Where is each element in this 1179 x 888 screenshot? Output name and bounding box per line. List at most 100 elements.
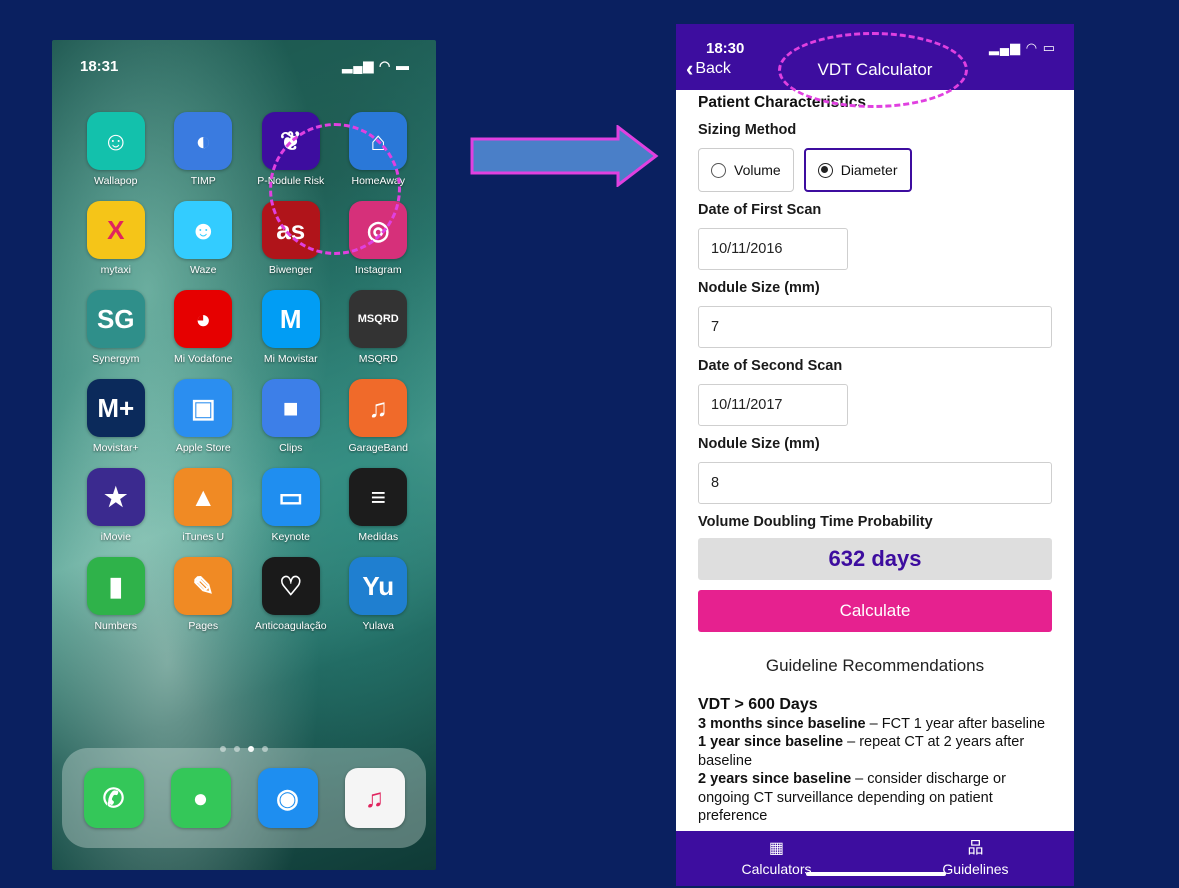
measure-icon: ≡ [349, 468, 408, 526]
app-synergym[interactable]: SG Synergym [72, 290, 160, 365]
app-label: Mi Vodafone [174, 353, 233, 365]
recommendation-1: 3 months since baseline – FCT 1 year aft… [698, 715, 1046, 732]
clips-icon: ■ [261, 379, 320, 437]
garageband-icon: ♫ [349, 379, 408, 437]
app-msqrd[interactable]: MSQRD MSQRD [335, 290, 423, 365]
guideline-title: Guideline Recommendations [765, 656, 985, 675]
tab-bar: ▦ Calculators 品 Guidelines [676, 831, 1074, 886]
result-label: Volume Doubling Time Probability [698, 514, 933, 530]
app-timp[interactable]: ◐ TIMP [160, 112, 248, 187]
app-pages[interactable]: ✎ Pages [160, 557, 248, 632]
vodafone-icon: ◕ [174, 290, 233, 348]
app-movistar-plus[interactable]: M+ Movistar+ [72, 379, 160, 454]
app-label: Clips [279, 442, 303, 454]
music-icon: ♫ [344, 768, 405, 828]
radio-volume[interactable]: Volume [698, 148, 794, 192]
tab-guidelines-label: Guidelines [942, 860, 1009, 877]
pages-icon: ✎ [174, 557, 233, 615]
arrow-right-icon [470, 125, 659, 187]
app-label: Keynote [271, 531, 311, 543]
app-label: Wallapop [94, 175, 138, 187]
radio-diameter[interactable]: Diameter [803, 148, 912, 192]
app-mytaxi[interactable]: Xmytaxi [72, 201, 160, 276]
app-label: TIMP [190, 175, 216, 187]
app-label: Synergym [92, 353, 140, 365]
app-numbers[interactable]: ▮ Numbers [72, 557, 160, 632]
app-label: Yulava [362, 620, 395, 632]
guideline-text: VDT > 600 Days 3 months since baseline –… [698, 696, 1052, 826]
first-scan-date-field[interactable]: 10/11/2016 [698, 228, 848, 270]
tab-guidelines[interactable]: 品 Guidelines [942, 839, 1009, 877]
app-label: Anticoagulação [254, 620, 327, 632]
app-label: MSQRD [358, 353, 398, 365]
calculator-form: Patient Characteristics Sizing Method Vo… [698, 90, 1052, 826]
result-value: 632 days [698, 538, 1052, 580]
app-messages[interactable]: ● [170, 768, 231, 828]
app-label: mytaxi [100, 264, 131, 276]
highlight-circle-title [778, 32, 968, 108]
wallapop-icon: ☺ [86, 112, 145, 170]
app-movistar[interactable]: M Mi Movistar [247, 290, 335, 365]
radio-diameter-label: Diameter [840, 162, 898, 178]
recommendation-3: 2 years since baseline – consider discha… [698, 771, 1006, 824]
app-apple-store[interactable]: ▣ Apple Store [160, 379, 248, 454]
first-scan-label: Date of First Scan [698, 202, 822, 218]
app-garageband[interactable]: ♫ GarageBand [335, 379, 423, 454]
vdt-calculator-screen: 18:30 ▂▄▆ ◠ ▭ ‹ Back VDT Calculator Pati… [676, 24, 1074, 886]
app-keynote[interactable]: ▭ Keynote [247, 468, 335, 543]
app-itunes-u[interactable]: ▲ iTunes U [160, 468, 248, 543]
sizing-method-label: Sizing Method [698, 122, 797, 138]
itunes-u-icon: ▲ [174, 468, 233, 526]
app-label: Pages [188, 620, 219, 632]
apple-store-icon: ▣ [174, 379, 233, 437]
messages-icon: ● [170, 768, 231, 828]
calculate-button[interactable]: Calculate [698, 590, 1052, 632]
tab-calculators[interactable]: ▦ Calculators [741, 839, 811, 877]
second-scan-label: Date of Second Scan [698, 358, 843, 374]
nodule-size-1-label: Nodule Size (mm) [698, 280, 820, 296]
status-time: 18:31 [80, 58, 119, 75]
synergym-icon: SG [86, 290, 145, 348]
app-label: Numbers [94, 620, 138, 632]
heart-icon: ♡ [261, 557, 320, 615]
nodule-size-1-field[interactable]: 7 [698, 306, 1052, 348]
keynote-icon: ▭ [261, 468, 320, 526]
app-heart[interactable]: ♡ Anticoagulação [247, 557, 335, 632]
vdt-heading: VDT > 600 Days [698, 696, 818, 713]
app-music[interactable]: ♫ [344, 768, 405, 828]
highlight-circle-app [269, 123, 401, 255]
radio-volume-label: Volume [734, 162, 781, 178]
app-label: Movistar+ [92, 442, 139, 454]
second-scan-date-field[interactable]: 10/11/2017 [698, 384, 848, 426]
app-label: Instagram [354, 264, 402, 276]
app-phone[interactable]: ✆ [83, 768, 144, 828]
calculator-icon: ▦ [768, 839, 785, 857]
app-wallapop[interactable]: ☺ Wallapop [72, 112, 160, 187]
movistar-plus-icon: M+ [86, 379, 145, 437]
phone-icon: ✆ [83, 768, 144, 828]
recommendation-2: 1 year since baseline – repeat CT at 2 y… [698, 734, 1025, 769]
app-label: iMovie [100, 531, 131, 543]
signal-wifi-battery-icon: ▂▄▆ ◠ ▬ [342, 58, 410, 73]
timp-icon: ◐ [174, 112, 233, 170]
app-vodafone[interactable]: ◕ Mi Vodafone [160, 290, 248, 365]
app-label: Biwenger [268, 264, 313, 276]
home-screen: 18:31 ▂▄▆ ◠ ▬ ☺ Wallapop ◐ TIMP ❦ P-Nodule Ri… [52, 40, 436, 870]
app-clips[interactable]: ■ Clips [247, 379, 335, 454]
app-label: Medidas [358, 531, 399, 543]
app-imovie[interactable]: ★ iMovie [72, 468, 160, 543]
app-waze[interactable]: ☻ Waze [160, 201, 248, 276]
waze-icon: ☻ [174, 201, 233, 259]
msqrd-icon: MSQRD [349, 290, 408, 348]
nodule-size-2-field[interactable]: 8 [698, 462, 1052, 504]
movistar-icon: M [261, 290, 320, 348]
app-label: Mi Movistar [263, 353, 318, 365]
app-measure[interactable]: ≡ Medidas [335, 468, 423, 543]
app-safari[interactable]: ◉ [257, 768, 318, 828]
hierarchy-icon: 品 [967, 839, 984, 857]
app-label: GarageBand [348, 442, 409, 454]
app-yulava[interactable]: Yu Yulava [335, 557, 423, 632]
imovie-icon: ★ [86, 468, 145, 526]
signal-wifi-battery-icon: ▂▄▆ ◠ ▭ [988, 40, 1056, 55]
status-bar: 18:31 ▂▄▆ ◠ ▬ [80, 58, 410, 75]
